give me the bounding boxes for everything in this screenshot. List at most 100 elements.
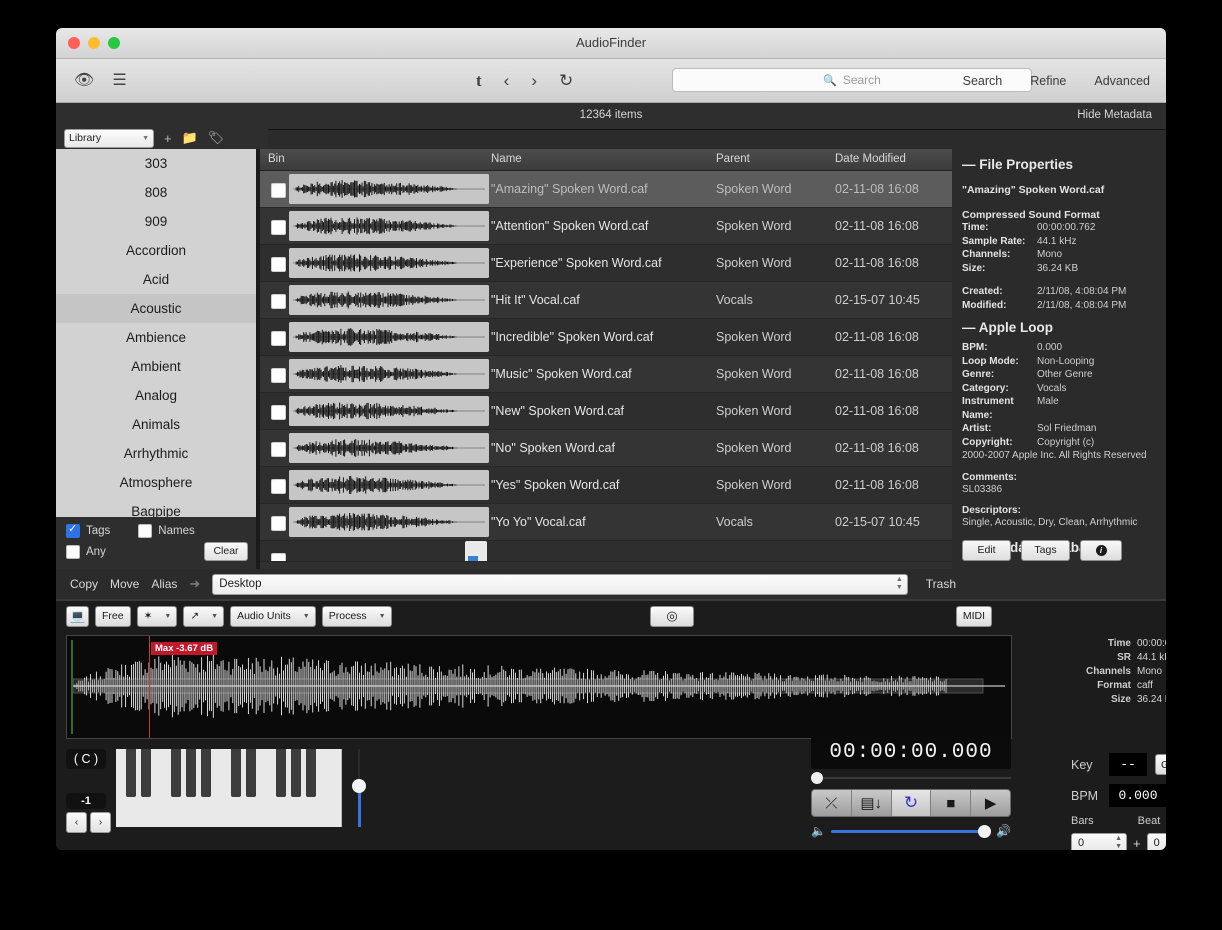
playhead-marker[interactable] — [149, 636, 150, 738]
advanced-button[interactable]: Advanced — [1094, 74, 1150, 88]
table-row[interactable]: "Amazing" Spoken Word.caf Spoken Word 02-1… — [260, 171, 968, 208]
sidebar-item-arrhythmic[interactable]: Arrhythmic — [56, 439, 256, 468]
key-value[interactable]: -- — [1109, 753, 1147, 776]
column-header-parent[interactable]: Parent — [716, 153, 750, 165]
beat-stepper[interactable]: 0 ▲▼ — [1146, 833, 1166, 850]
forward-icon[interactable]: › — [531, 71, 537, 91]
table-row[interactable]: "Incredible" Spoken Word.caf Spoken Word 0… — [260, 319, 968, 356]
loop-button[interactable]: ↻ — [891, 790, 932, 816]
table-row-partial[interactable] — [260, 541, 968, 562]
piano-black-key[interactable] — [201, 749, 211, 797]
record-button[interactable]: ◎ — [650, 605, 694, 627]
sidebar-item-analog[interactable]: Analog — [56, 381, 256, 410]
bpm-value[interactable]: 0.000 — [1109, 784, 1166, 807]
share-menu-button[interactable]: ↗ ▼ — [183, 605, 225, 627]
stop-button[interactable]: ■ — [931, 790, 972, 816]
velocity-slider[interactable] — [352, 749, 366, 827]
audio-units-menu[interactable]: Audio Units ▼ — [230, 605, 316, 627]
copy-button[interactable]: Copy — [70, 577, 98, 591]
piano-black-key[interactable] — [231, 749, 241, 797]
folder-icon[interactable]: 📁 — [182, 130, 198, 146]
play-button[interactable]: ▶ — [971, 790, 1010, 816]
sidebar-item-ambience[interactable]: Ambience — [56, 323, 256, 352]
search-button[interactable]: Search — [963, 74, 1003, 88]
gear-menu-button[interactable]: ✶ ▼ — [136, 605, 178, 627]
table-row[interactable]: "Music" Spoken Word.caf Spoken Word 02-11-… — [260, 356, 968, 393]
table-row[interactable]: "New" Spoken Word.caf Spoken Word 02-11-08… — [260, 393, 968, 430]
piano-black-key[interactable] — [126, 749, 136, 797]
reload-icon[interactable]: ↻ — [559, 71, 573, 91]
names-checkbox[interactable] — [138, 524, 153, 538]
column-header-date[interactable]: Date Modified — [835, 153, 906, 165]
tags-button[interactable]: Tags — [1021, 540, 1070, 561]
table-row[interactable]: "Attention" Spoken Word.caf Spoken Word 02… — [260, 208, 968, 245]
column-header-name[interactable]: Name — [491, 153, 522, 165]
piano-keys[interactable] — [116, 749, 342, 827]
sidebar-item-808[interactable]: 808 — [56, 178, 256, 207]
table-row[interactable]: "Experience" Spoken Word.caf Spoken Word 0… — [260, 245, 968, 282]
library-popup[interactable]: Library ▼ — [64, 128, 154, 148]
table-row[interactable]: "Hit It" Vocal.caf Vocals 02-15-07 10:45 — [260, 282, 968, 319]
sidebar-item-atmosphere[interactable]: Atmosphere — [56, 468, 256, 497]
piano-black-key[interactable] — [246, 749, 256, 797]
any-checkbox[interactable] — [66, 545, 80, 559]
free-button[interactable]: Free — [95, 605, 131, 627]
tags-checkbox[interactable] — [66, 522, 80, 538]
bin-checkbox[interactable] — [271, 405, 286, 420]
sidebar-item-ambient[interactable]: Ambient — [56, 352, 256, 381]
table-row[interactable]: "Yo Yo" Vocal.caf Vocals 02-15-07 10:45 — [260, 504, 968, 541]
bin-checkbox[interactable] — [271, 368, 286, 383]
bin-checkbox[interactable] — [271, 331, 286, 346]
bin-checkbox[interactable] — [271, 479, 286, 494]
sidebar-item-acid[interactable]: Acid — [56, 265, 256, 294]
bin-checkbox[interactable] — [271, 183, 286, 198]
bin-checkbox[interactable] — [271, 220, 286, 235]
piano-black-key[interactable] — [171, 749, 181, 797]
playlist-button[interactable]: ▤↓ — [852, 790, 892, 816]
hide-metadata-button[interactable]: Hide Metadata — [1077, 109, 1152, 121]
piano-black-key[interactable] — [141, 749, 151, 797]
shuffle-button[interactable]: ⤫ — [812, 790, 852, 816]
edit-button[interactable]: Edit — [962, 540, 1011, 561]
list-menu-icon[interactable]: ☰ — [112, 72, 126, 89]
finder-icon[interactable]: 💻 — [66, 605, 89, 627]
position-knob[interactable] — [811, 772, 823, 784]
sidebar-item-acoustic[interactable]: Acoustic — [56, 294, 256, 323]
volume-knob[interactable] — [978, 824, 992, 838]
volume-slider[interactable]: 🔈 🔊 — [811, 824, 1011, 838]
back-icon[interactable]: ‹ — [504, 71, 510, 91]
add-icon[interactable]: + — [164, 131, 172, 146]
midi-button[interactable]: MIDI — [955, 605, 992, 627]
octave-next-button[interactable]: › — [90, 812, 111, 833]
bin-checkbox[interactable] — [271, 294, 286, 309]
info-button[interactable]: i — [1080, 540, 1122, 561]
bars-stepper[interactable]: 0 ▲ ▼ — [1071, 833, 1127, 850]
move-button[interactable]: Move — [110, 577, 139, 591]
waveform-display[interactable]: Max -3.67 dB — [66, 635, 1012, 739]
piano-black-key[interactable] — [291, 749, 301, 797]
clear-button[interactable]: Clear — [204, 542, 248, 561]
sidebar-item-303[interactable]: 303 — [56, 149, 256, 178]
sidebar-item-animals[interactable]: Animals — [56, 410, 256, 439]
eye-icon[interactable]: 👁 — [74, 72, 94, 89]
slider-knob[interactable] — [352, 779, 366, 793]
tag-sidebar[interactable]: 303 808 909 Accordion Acid Acoustic Ambi… — [56, 149, 256, 517]
destination-select[interactable]: Desktop ▲ ▼ — [212, 573, 908, 595]
piano-black-key[interactable] — [276, 749, 286, 797]
table-row[interactable]: "Yes" Spoken Word.caf Spoken Word 02-11-08… — [260, 467, 968, 504]
bin-checkbox[interactable] — [271, 516, 286, 531]
guess-key-button[interactable]: Guess Key — [1155, 754, 1166, 775]
trash-button[interactable]: Trash — [926, 577, 968, 591]
alias-button[interactable]: Alias — [151, 577, 177, 591]
bin-checkbox[interactable] — [271, 442, 286, 457]
sidebar-item-accordion[interactable]: Accordion — [56, 236, 256, 265]
sidebar-item-909[interactable]: 909 — [56, 207, 256, 236]
piano-black-key[interactable] — [306, 749, 316, 797]
piano-white-key[interactable] — [326, 749, 342, 827]
table-row[interactable]: "No" Spoken Word.caf Spoken Word 02-11-08 … — [260, 430, 968, 467]
column-header-bin[interactable]: Bin — [268, 153, 285, 165]
bin-checkbox[interactable] — [271, 257, 286, 272]
octave-prev-button[interactable]: ‹ — [66, 812, 87, 833]
position-slider[interactable] — [811, 772, 1011, 784]
bin-checkbox[interactable] — [271, 553, 286, 561]
